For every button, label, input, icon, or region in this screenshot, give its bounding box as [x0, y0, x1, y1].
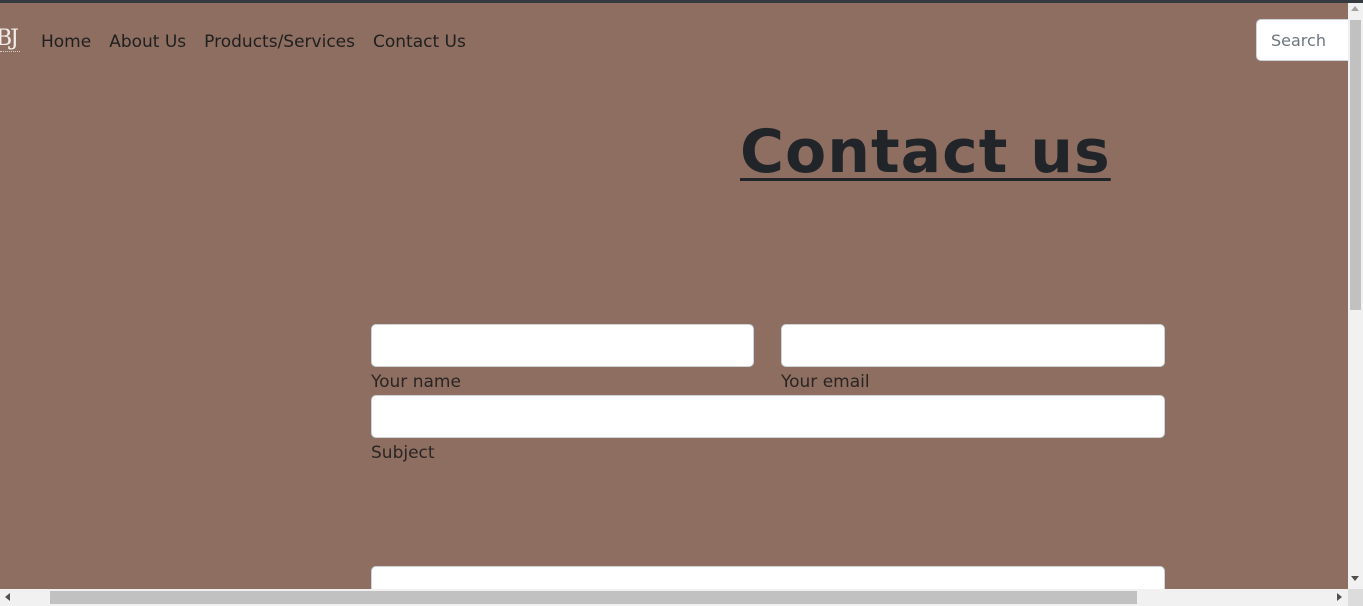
email-field[interactable] [781, 324, 1165, 367]
vertical-scrollbar[interactable] [1348, 3, 1363, 589]
search-input[interactable] [1256, 19, 1348, 61]
brand-logo-tagline [0, 51, 20, 54]
nav-link-about-us[interactable]: About Us [109, 30, 186, 54]
nav-links: Home About Us Products/Services Contact … [41, 30, 484, 54]
nav-link-products-services[interactable]: Products/Services [204, 30, 355, 54]
subject-label: Subject [371, 443, 435, 463]
horizontal-scrollbar[interactable] [0, 589, 1348, 606]
navbar: BJ Home About Us Products/Services Conta… [0, 3, 1348, 79]
vertical-scroll-thumb[interactable] [1350, 20, 1361, 310]
scrollbar-corner [1348, 589, 1363, 606]
nav-link-contact-us[interactable]: Contact Us [373, 30, 466, 54]
top-border [0, 0, 1363, 3]
name-field[interactable] [371, 324, 754, 367]
nav-link-home[interactable]: Home [41, 30, 91, 54]
scroll-down-arrow-icon[interactable] [1351, 576, 1359, 581]
scroll-up-arrow-icon[interactable] [1351, 6, 1359, 11]
name-label: Your name [371, 372, 461, 392]
horizontal-scroll-thumb[interactable] [50, 591, 1137, 604]
subject-field[interactable] [371, 395, 1165, 438]
message-field[interactable] [371, 566, 1165, 589]
scroll-left-arrow-icon[interactable] [5, 593, 10, 601]
email-label: Your email [781, 372, 870, 392]
page-viewport: BJ Home About Us Products/Services Conta… [0, 0, 1348, 589]
page-title: Contact us [740, 117, 1111, 187]
scroll-right-arrow-icon[interactable] [1337, 593, 1342, 601]
